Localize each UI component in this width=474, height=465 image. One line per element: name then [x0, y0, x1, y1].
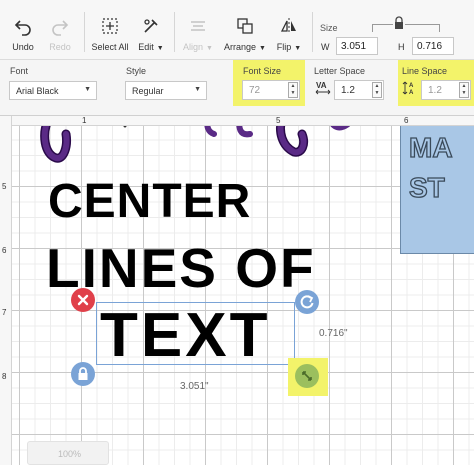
flip-button[interactable]: Flip ▼: [272, 0, 306, 60]
rotate-handle[interactable]: [295, 290, 319, 314]
ruler-tick: 8: [2, 372, 7, 381]
chevron-down-icon: ▼: [156, 45, 164, 52]
chevron-down-icon: ▼: [259, 45, 266, 52]
ruler-tick: 6: [404, 116, 409, 125]
line-space-value: 1.2: [428, 85, 442, 96]
ruler-top: 4 1 5 6: [0, 116, 474, 126]
canvas-text-line1[interactable]: CENTER: [48, 174, 251, 229]
toolbar-divider: [84, 12, 85, 52]
edit-label-wrap: Edit ▼: [134, 42, 168, 52]
side-text-line2: ST: [409, 172, 445, 203]
flip-label: Flip: [276, 42, 292, 52]
select-all-icon: [102, 18, 118, 34]
lock-icon[interactable]: [393, 16, 405, 30]
letter-space-value: 1.2: [341, 85, 355, 96]
align-icon: [191, 21, 205, 31]
side-shape[interactable]: MA ST: [400, 124, 474, 254]
lock-icon: [78, 367, 88, 380]
style-select[interactable]: Regular ▼: [125, 81, 207, 100]
zoom-control[interactable]: 100%: [27, 441, 109, 465]
chevron-down-icon: ▼: [194, 86, 201, 93]
flip-label-wrap: Flip ▼: [272, 42, 306, 52]
edit-button[interactable]: Edit ▼: [134, 0, 168, 60]
line-space-icon: A A: [402, 81, 414, 96]
font-select[interactable]: Arial Black ▼: [9, 81, 97, 100]
font-label: Font: [10, 66, 29, 76]
width-label: W: [321, 42, 330, 52]
ruler-tick: 5: [2, 182, 7, 191]
zoom-value: 100%: [58, 449, 82, 459]
style-label: Style: [126, 66, 147, 76]
redo-button[interactable]: Redo: [44, 0, 76, 60]
edit-icon: [144, 19, 158, 33]
delete-handle[interactable]: [71, 288, 95, 312]
svg-text:VA: VA: [316, 81, 327, 90]
select-all-button[interactable]: Select All: [88, 0, 132, 60]
align-button[interactable]: Align ▼: [180, 0, 216, 60]
lock-handle[interactable]: [71, 362, 95, 386]
height-input[interactable]: 0.716: [412, 37, 454, 55]
line-space-label: Line Space: [402, 66, 448, 76]
style-value: Regular: [132, 86, 164, 96]
ruler-left: 5 6 7 8: [0, 116, 12, 465]
align-label: Align: [183, 42, 204, 52]
scale-handle[interactable]: [295, 364, 319, 388]
width-dimension: 3.051": [180, 381, 209, 392]
font-size-value: 72: [249, 85, 261, 96]
font-size-input[interactable]: 72 ▲ ▼: [242, 80, 300, 100]
chevron-down-icon: ▼: [206, 45, 213, 52]
arrange-label: Arrange: [224, 42, 257, 52]
canvas-text-line3[interactable]: TEXT: [100, 300, 270, 371]
height-dimension: 0.716": [319, 328, 348, 339]
arrange-button[interactable]: Arrange ▼: [220, 0, 270, 60]
top-toolbar: Undo Redo Select All Edit ▼ Align ▼ Arra…: [0, 0, 474, 60]
undo-button[interactable]: Undo: [6, 0, 40, 60]
svg-text:A: A: [409, 83, 414, 89]
letter-space-label: Letter Space: [314, 66, 366, 76]
undo-icon: [14, 20, 31, 36]
height-label: H: [398, 42, 405, 52]
line-space-stepper[interactable]: ▲ ▼: [459, 82, 469, 98]
undo-label: Undo: [12, 42, 34, 52]
ruler-tick: 1: [82, 116, 87, 125]
toolbar-divider: [312, 12, 313, 52]
edit-label: Edit: [138, 42, 154, 52]
letter-space-icon: VA: [315, 81, 331, 95]
letter-space-stepper[interactable]: ▲ ▼: [372, 82, 382, 98]
chevron-down-icon: ▼: [84, 86, 91, 93]
ruler-tick: 6: [2, 246, 7, 255]
rotate-icon: [300, 295, 314, 309]
flip-icon: [280, 18, 296, 34]
proportion-bracket: [372, 24, 440, 32]
width-input[interactable]: 3.051: [336, 37, 378, 55]
letter-space-input[interactable]: 1.2 ▲ ▼: [334, 80, 384, 100]
ruler-tick: 7: [2, 308, 7, 317]
select-all-label: Select All: [91, 42, 129, 52]
scale-icon: [302, 371, 312, 381]
design-canvas[interactable]: MA ST CENTER LINES OF TEXT 0.716" 3.051": [0, 116, 474, 465]
delete-icon: [77, 294, 89, 306]
text-toolbar: Font Arial Black ▼ Style Regular ▼ Font …: [0, 60, 474, 116]
ruler-tick: 5: [276, 116, 281, 125]
toolbar-divider: [174, 12, 175, 52]
line-space-input[interactable]: 1.2 ▲ ▼: [421, 80, 471, 100]
arrange-icon: [237, 18, 253, 34]
font-size-stepper[interactable]: ▲ ▼: [288, 82, 298, 98]
svg-text:A: A: [409, 90, 414, 96]
size-title: Size: [320, 23, 338, 33]
redo-icon: [52, 20, 69, 36]
chevron-down-icon: ▼: [294, 45, 302, 52]
align-label-wrap: Align ▼: [180, 42, 216, 52]
font-value: Arial Black: [16, 86, 59, 96]
arrange-label-wrap: Arrange ▼: [220, 42, 270, 52]
font-size-label: Font Size: [243, 66, 282, 76]
side-text-line1: MA: [409, 132, 453, 163]
redo-label: Redo: [49, 42, 71, 52]
side-shape-text: MA ST: [408, 131, 453, 203]
